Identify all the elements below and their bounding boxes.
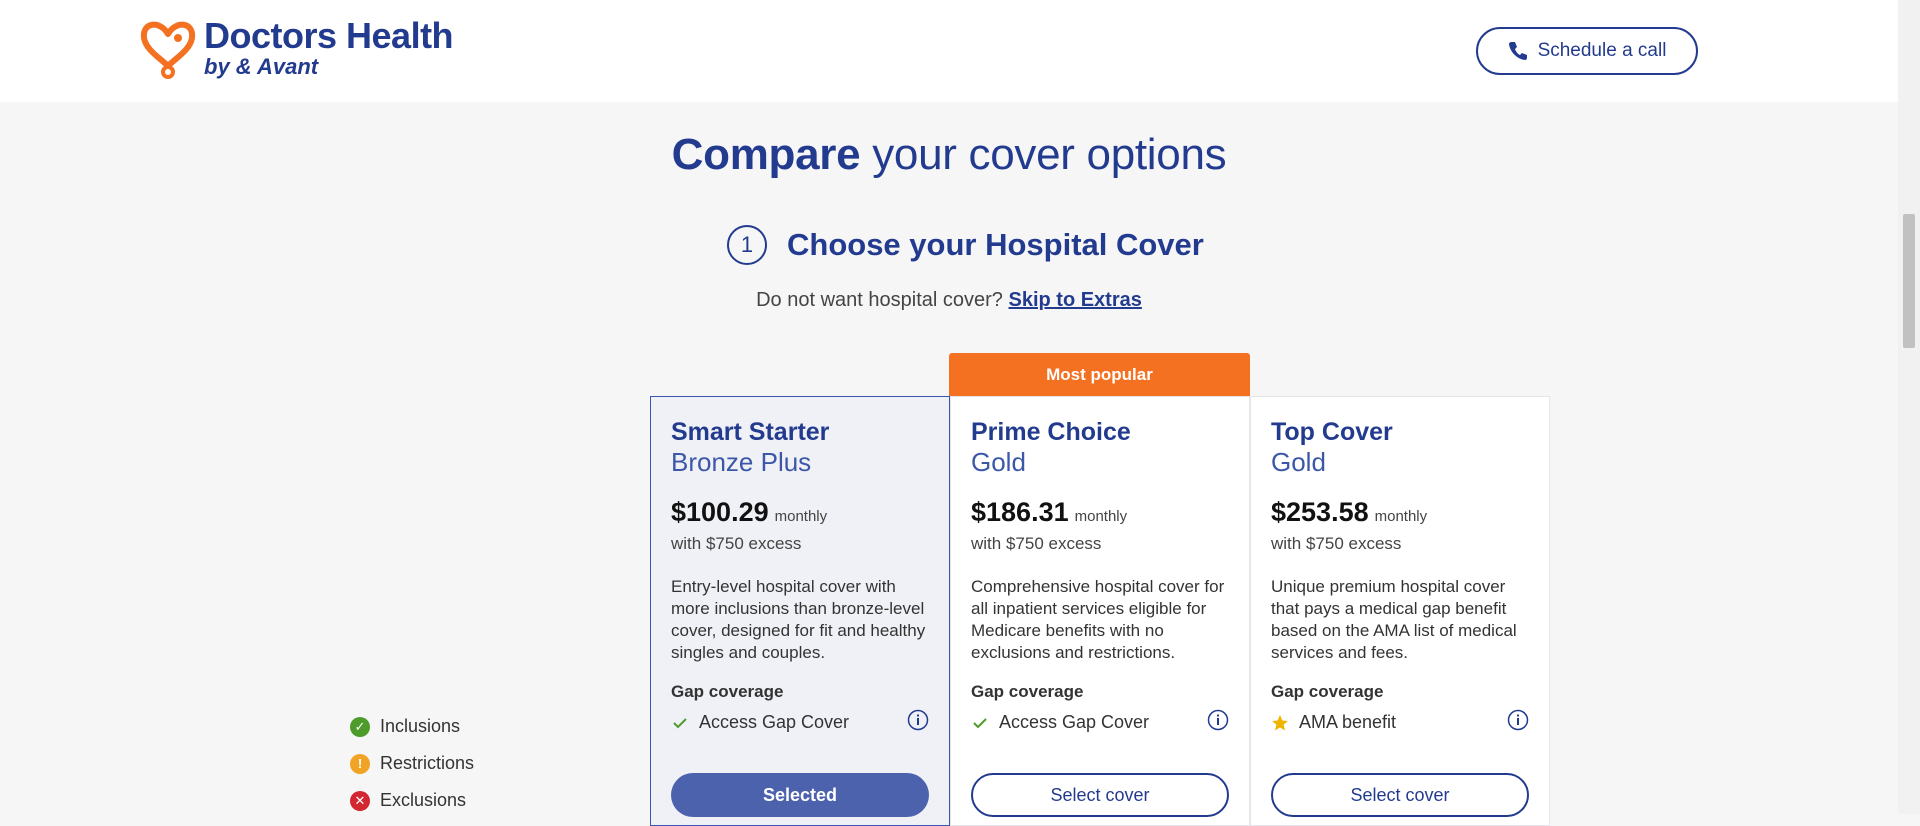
plan-name: Top Cover — [1271, 418, 1393, 446]
plan-period: monthly — [1074, 508, 1128, 525]
gap-coverage-title: Gap coverage — [1271, 682, 1384, 701]
info-icon[interactable] — [907, 709, 929, 731]
skip-prompt-text: Do not want hospital cover? — [756, 289, 1009, 311]
heart-stethoscope-icon — [140, 21, 196, 79]
plan-tier: Bronze Plus — [671, 447, 812, 477]
coverage-legend: ✓ Inclusions ! Restrictions ✕ Exclusions — [350, 708, 474, 819]
step-heading: 1 Choose your Hospital Cover — [727, 225, 1204, 265]
legend-label: Restrictions — [380, 753, 475, 773]
legend-item-restrictions: ! Restrictions — [350, 745, 474, 782]
plan-period: monthly — [774, 508, 828, 525]
check-circle-icon: ✓ — [350, 716, 370, 737]
plan-name: Prime Choice — [971, 418, 1131, 446]
gap-coverage-item: Access Gap Cover — [971, 709, 1229, 733]
plan-price: $186.31 — [971, 497, 1069, 527]
select-cover-button[interactable]: Select cover — [1271, 773, 1529, 817]
star-icon — [1271, 714, 1289, 732]
select-cover-button[interactable]: Select cover — [971, 773, 1229, 817]
plan-tier: Gold — [1271, 447, 1326, 477]
legend-item-inclusions: ✓ Inclusions — [350, 708, 474, 745]
gap-coverage-label: Access Gap Cover — [999, 712, 1150, 732]
plan-card-smart-starter[interactable]: Smart Starter Bronze Plus $100.29 monthl… — [650, 396, 950, 826]
page-title-bold: Compare — [671, 130, 861, 179]
page-title: Compare your cover options — [0, 130, 1898, 180]
scrollbar-thumb[interactable] — [1903, 214, 1915, 348]
plan-tier: Gold — [971, 447, 1026, 477]
skip-to-extras-link[interactable]: Skip to Extras — [1008, 289, 1141, 311]
gap-coverage-item: Access Gap Cover — [671, 709, 929, 733]
plan-description: Unique premium hospital cover that pays … — [1271, 577, 1517, 662]
plan-price: $253.58 — [1271, 497, 1369, 527]
plan-description: Comprehensive hospital cover for all inp… — [971, 577, 1225, 662]
legend-label: Inclusions — [380, 716, 461, 736]
plan-price: $100.29 — [671, 497, 769, 527]
gap-coverage-title: Gap coverage — [971, 682, 1084, 701]
plan-excess: with $750 excess — [671, 534, 802, 553]
logo-subtitle: by & Avant — [204, 54, 319, 79]
gap-coverage-label: Access Gap Cover — [699, 712, 850, 732]
plan-period: monthly — [1374, 508, 1428, 525]
plan-excess: with $750 excess — [1271, 534, 1402, 553]
step-title: Choose your Hospital Cover — [787, 227, 1204, 262]
logo-title: Doctors Health — [204, 15, 454, 56]
gap-coverage-label: AMA benefit — [1299, 712, 1397, 732]
legend-label: Exclusions — [380, 790, 467, 810]
gap-coverage-title: Gap coverage — [671, 682, 784, 701]
schedule-call-button[interactable]: Schedule a call — [1476, 27, 1698, 75]
plan-card-top-cover[interactable]: Top Cover Gold $253.58 monthly with $750… — [1250, 396, 1550, 826]
exclamation-circle-icon: ! — [350, 753, 370, 774]
logo[interactable]: Doctors Health by & Avant — [138, 15, 454, 80]
plan-excess: with $750 excess — [971, 534, 1102, 553]
legend-item-exclusions: ✕ Exclusions — [350, 782, 474, 819]
page-title-rest: your cover options — [860, 130, 1227, 179]
plan-name: Smart Starter — [671, 418, 830, 446]
plan-card-prime-choice[interactable]: Prime Choice Gold $186.31 monthly with $… — [950, 396, 1250, 826]
most-popular-ribbon: Most popular — [949, 353, 1250, 396]
plan-description: Entry-level hospital cover with more inc… — [671, 577, 926, 662]
site-header: Doctors Health by & Avant Schedule a cal… — [0, 0, 1898, 102]
info-icon[interactable] — [1207, 709, 1229, 731]
check-icon — [971, 714, 989, 732]
step-number-badge: 1 — [727, 225, 767, 265]
info-icon[interactable] — [1507, 709, 1529, 731]
page-scrollbar[interactable] — [1898, 0, 1920, 814]
check-icon — [671, 714, 689, 732]
x-circle-icon: ✕ — [350, 790, 370, 811]
selected-button[interactable]: Selected — [671, 773, 929, 817]
gap-coverage-item: AMA benefit — [1271, 709, 1529, 733]
schedule-call-label: Schedule a call — [1537, 40, 1667, 61]
phone-icon — [1508, 42, 1527, 60]
skip-prompt: Do not want hospital cover? Skip to Extr… — [0, 289, 1898, 312]
